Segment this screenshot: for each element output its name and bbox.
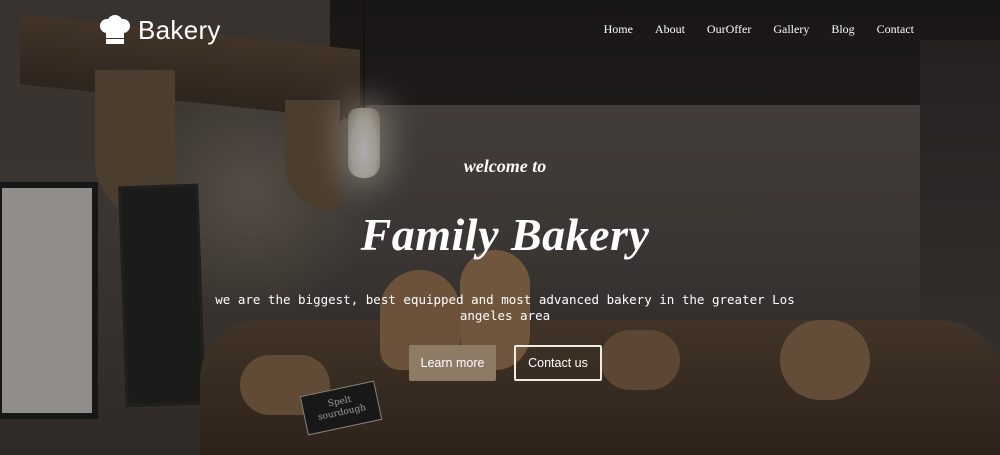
hero-welcome: welcome to (463, 156, 547, 176)
brand-name: Bakery (138, 14, 221, 45)
hero-tagline: we are the biggest, best equipped and mo… (215, 292, 795, 323)
brand-logo[interactable]: Bakery (98, 14, 221, 46)
nav-contact[interactable]: Contact (877, 22, 914, 37)
nav-our-offer[interactable]: OurOffer (707, 22, 751, 37)
hero-title: Family Bakery (360, 209, 650, 260)
nav-blog[interactable]: Blog (831, 22, 854, 37)
nav-home[interactable]: Home (604, 22, 633, 37)
nav-about[interactable]: About (655, 22, 685, 37)
main-nav: Home About OurOffer Gallery Blog Contact (582, 22, 914, 37)
chef-hat-icon (100, 15, 130, 44)
learn-more-button[interactable]: Learn more (409, 345, 496, 381)
contact-us-button[interactable]: Contact us (514, 345, 602, 381)
nav-gallery[interactable]: Gallery (773, 22, 809, 37)
